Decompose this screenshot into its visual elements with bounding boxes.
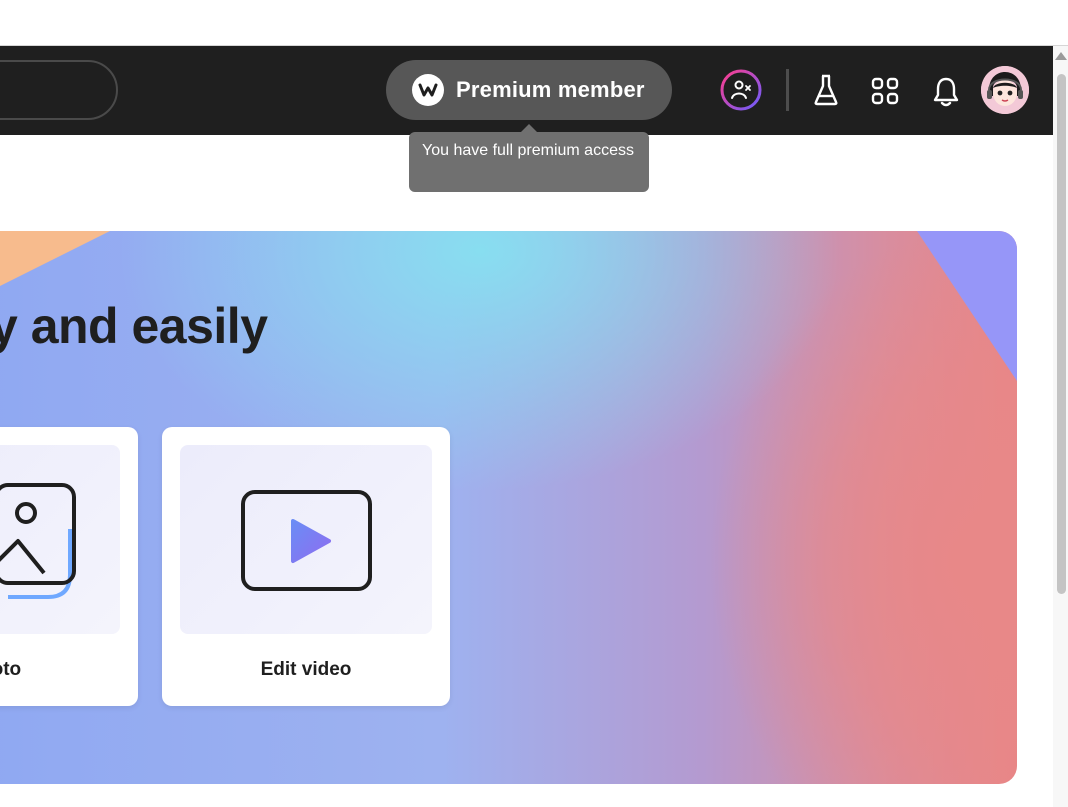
search-input[interactable] — [0, 60, 118, 120]
premium-badge-icon — [412, 74, 444, 106]
card-thumbnail — [180, 445, 432, 634]
edit-video-card[interactable]: Edit video — [162, 427, 450, 706]
card-label: Edit video — [260, 659, 352, 680]
premium-member-button[interactable]: Premium member — [386, 60, 672, 120]
browser-top-strip — [0, 0, 1068, 46]
hero-decoration — [0, 231, 110, 301]
hero-decoration-corner — [917, 231, 1017, 381]
scroll-up-arrow[interactable] — [1055, 52, 1067, 60]
app-header: Premium member — [0, 46, 1053, 135]
hero-banner: y and easily hoto Edit video — [0, 231, 1017, 784]
scrollbar-thumb[interactable] — [1057, 74, 1066, 594]
card-label: hoto — [0, 659, 22, 680]
header-divider — [786, 69, 789, 111]
edit-photo-card[interactable]: hoto — [0, 427, 138, 706]
apps-grid-icon[interactable] — [868, 74, 902, 108]
premium-tooltip: You have full premium access — [409, 132, 649, 192]
hero-title: y and easily — [0, 298, 268, 354]
card-thumbnail — [0, 445, 120, 634]
user-avatar[interactable] — [981, 66, 1029, 114]
premium-member-label: Premium member — [456, 77, 645, 102]
labs-flask-icon[interactable] — [810, 72, 842, 108]
video-play-icon — [241, 490, 372, 591]
image-icon — [0, 483, 76, 599]
community-icon[interactable] — [719, 68, 763, 112]
notification-bell-icon[interactable] — [929, 74, 963, 108]
